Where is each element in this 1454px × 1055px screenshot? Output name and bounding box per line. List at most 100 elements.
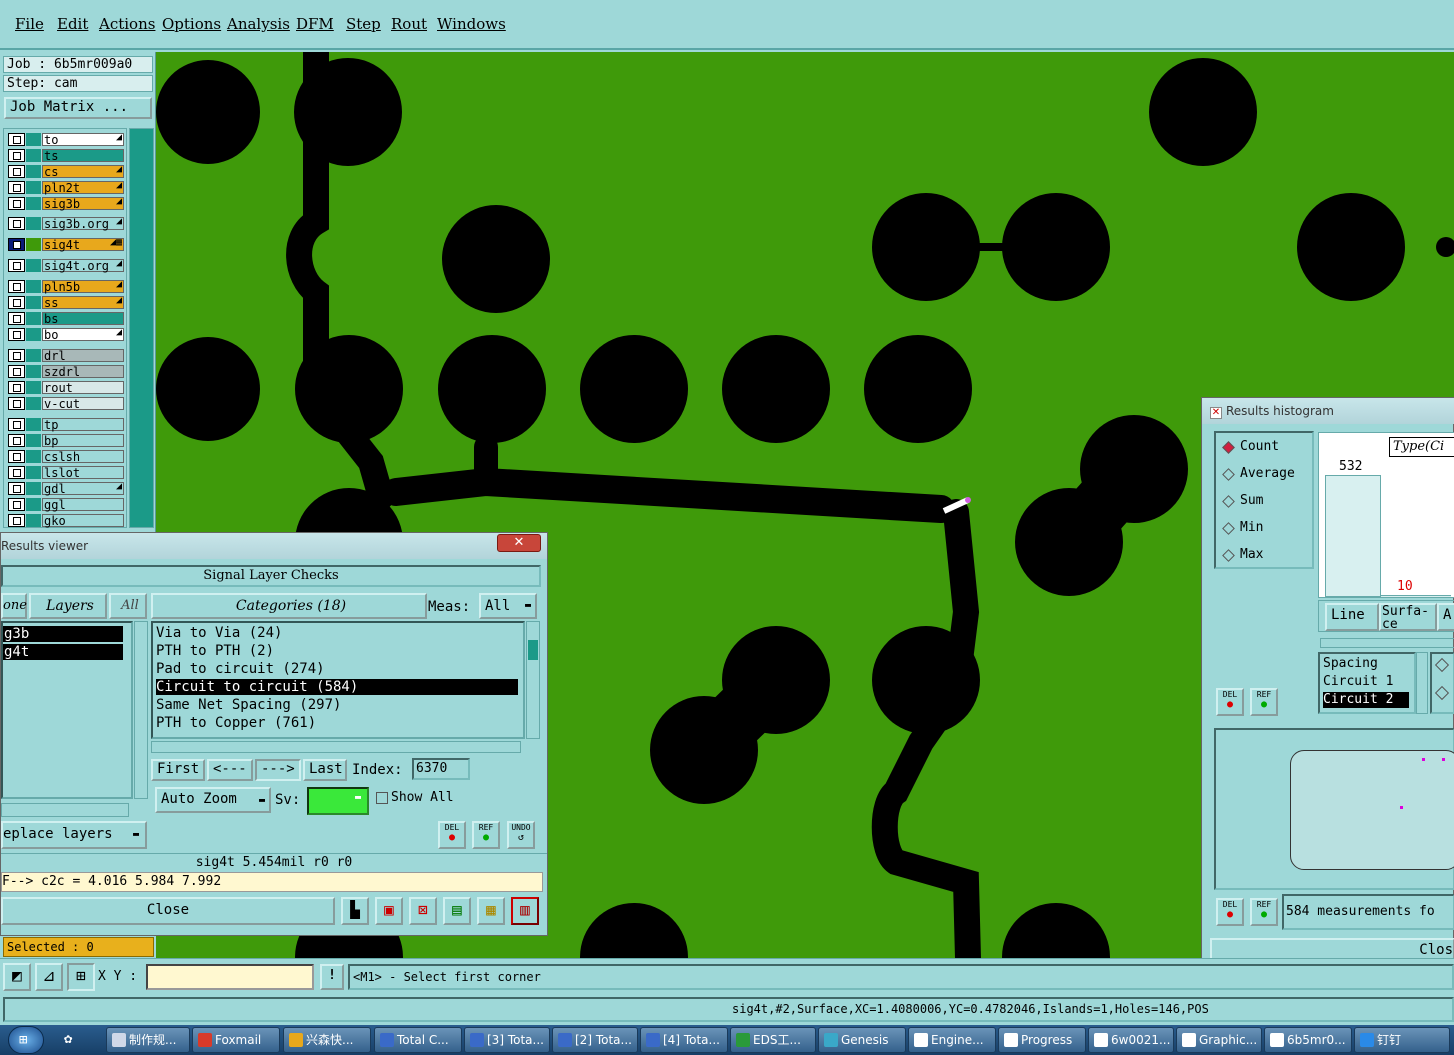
taskbar-button[interactable]: [3] Tota... (464, 1027, 550, 1053)
layer-swatch[interactable] (26, 397, 41, 410)
tabs-hscroll[interactable] (1320, 638, 1454, 648)
layer-row[interactable]: bs (8, 311, 124, 325)
layer-checkbox[interactable] (8, 397, 25, 410)
hist-del-button[interactable]: DEL ● (1216, 688, 1244, 716)
layer-checkbox[interactable] (8, 296, 25, 309)
xy-input[interactable] (146, 964, 314, 990)
category-item[interactable]: Circuit to circuit (584) (156, 679, 518, 695)
replace-layers-select[interactable]: eplace layers ▬ (1, 821, 147, 849)
results-viewer-titlebar[interactable]: Results viewer (1, 533, 547, 559)
histogram-titlebar[interactable]: ✕ Results histogram (1202, 398, 1454, 424)
layer-name[interactable]: rout (42, 381, 124, 394)
categories-button[interactable]: Categories (18) (151, 593, 427, 619)
layer-name[interactable]: ggl (42, 498, 124, 511)
layer-name[interactable]: v-cut (42, 397, 124, 410)
auto-zoom-select[interactable]: Auto Zoom ▬ (155, 787, 271, 813)
layer-swatch[interactable] (26, 217, 41, 230)
layer-swatch[interactable] (26, 450, 41, 463)
measurement-item[interactable]: Circuit 1 (1323, 674, 1409, 690)
category-item[interactable]: PTH to Copper (761) (156, 715, 518, 731)
layer-checkbox[interactable] (8, 466, 25, 479)
layer-name[interactable]: ts (42, 149, 124, 162)
prev-button[interactable]: <--- (207, 759, 253, 781)
taskbar-button[interactable]: Engine... (908, 1027, 996, 1053)
layer-swatch[interactable] (26, 133, 41, 146)
layer-checkbox[interactable] (8, 349, 25, 362)
layer-swatch[interactable] (26, 418, 41, 431)
layer-row[interactable]: bo ◢ (8, 327, 124, 341)
layer-name[interactable]: lslot (42, 466, 124, 479)
layer-list-hscroll[interactable] (1, 803, 129, 817)
layer-swatch[interactable] (26, 165, 41, 178)
menu-windows[interactable]: Windows (437, 15, 506, 33)
layer-checkbox[interactable] (8, 312, 25, 325)
severity-select[interactable]: ▬ (307, 787, 369, 815)
layer-row[interactable]: ss ◢ (8, 295, 124, 309)
layer-row[interactable]: cs ◢ (8, 164, 124, 178)
snap-icon[interactable]: ⊿ (35, 963, 63, 991)
taskbar-button[interactable]: Total C... (374, 1027, 462, 1053)
layer-swatch[interactable] (26, 280, 41, 293)
aggregate-option[interactable]: Average (1222, 466, 1312, 484)
layer-name[interactable]: pln5b (42, 280, 124, 293)
menu-file[interactable]: File (15, 15, 44, 33)
layer-swatch[interactable] (26, 181, 41, 194)
layer-name[interactable]: to (42, 133, 124, 146)
aggregate-option[interactable]: Count (1222, 439, 1312, 457)
layer-swatch[interactable] (26, 498, 41, 511)
taskbar-button[interactable]: 制作规... (106, 1027, 190, 1053)
start-button[interactable]: ⊞ (8, 1026, 44, 1054)
taskbar-button[interactable]: Progress (998, 1027, 1086, 1053)
category-item[interactable]: Same Net Spacing (297) (156, 697, 518, 713)
menu-step[interactable]: Step (346, 15, 381, 33)
grid-icon[interactable]: ⊞ (67, 963, 95, 991)
layer-name[interactable]: gko (42, 514, 124, 527)
layer-row[interactable]: tp (8, 417, 124, 431)
layer-name[interactable]: bo (42, 328, 124, 341)
layer-swatch[interactable] (26, 381, 41, 394)
layer-checkbox[interactable] (8, 450, 25, 463)
next-button[interactable]: ---> (255, 759, 301, 781)
layer-name[interactable]: sig3b.org (42, 217, 124, 230)
highlight-icon[interactable]: ▙ (341, 897, 369, 925)
menu-rout[interactable]: Rout (391, 15, 427, 33)
undo-button[interactable]: UNDO ↺ (507, 821, 535, 849)
layer-name[interactable]: sig4t.org (42, 259, 124, 272)
layer-row[interactable]: lslot (8, 465, 124, 479)
category-item[interactable]: Via to Via (24) (156, 625, 518, 641)
menu-analysis[interactable]: Analysis (227, 15, 290, 33)
measure-icon[interactable]: ◩ (3, 963, 31, 991)
layer-checkbox[interactable] (8, 514, 25, 527)
layer-swatch[interactable] (26, 238, 41, 251)
ref-button[interactable]: REF ● (472, 821, 500, 849)
category-list-hscroll[interactable] (151, 741, 521, 753)
layer-checkbox[interactable] (8, 165, 25, 178)
layer-checkbox[interactable] (8, 197, 25, 210)
histogram-icon[interactable]: ▥ (511, 897, 539, 925)
layer-checkbox[interactable] (8, 328, 25, 341)
layer-row[interactable]: sig4t.org ◢ (8, 258, 124, 272)
menu-actions[interactable]: Actions (99, 15, 155, 33)
taskbar-button[interactable]: Foxmail (192, 1027, 280, 1053)
layers-all-button[interactable]: All (109, 593, 147, 619)
layer-row[interactable]: rout (8, 380, 124, 394)
layer-swatch[interactable] (26, 197, 41, 210)
layer-checkbox[interactable] (8, 381, 25, 394)
del-button[interactable]: DEL ● (438, 821, 466, 849)
layer-row[interactable]: cslsh (8, 449, 124, 463)
index-input[interactable]: 6370 (412, 758, 470, 780)
layer-checkbox[interactable] (8, 482, 25, 495)
layer-row[interactable]: sig4t ◢▦ (8, 237, 124, 251)
layer-name[interactable]: szdrl (42, 365, 124, 378)
layer-row[interactable]: gko (8, 513, 124, 527)
scroll-thumb[interactable] (528, 640, 538, 660)
quicklaunch-icon[interactable]: ✿ (64, 1031, 82, 1049)
tab-a[interactable]: A (1437, 603, 1454, 631)
show-all-checkbox[interactable] (376, 792, 388, 804)
layer-row[interactable]: drl (8, 348, 124, 362)
layer-name[interactable]: gdl (42, 482, 124, 495)
close-button[interactable]: Close (1, 897, 335, 925)
measurement-list-vscroll[interactable] (1416, 652, 1428, 714)
taskbar-button[interactable]: 钉钉 (1354, 1027, 1450, 1053)
category-list-vscroll[interactable] (526, 621, 540, 739)
